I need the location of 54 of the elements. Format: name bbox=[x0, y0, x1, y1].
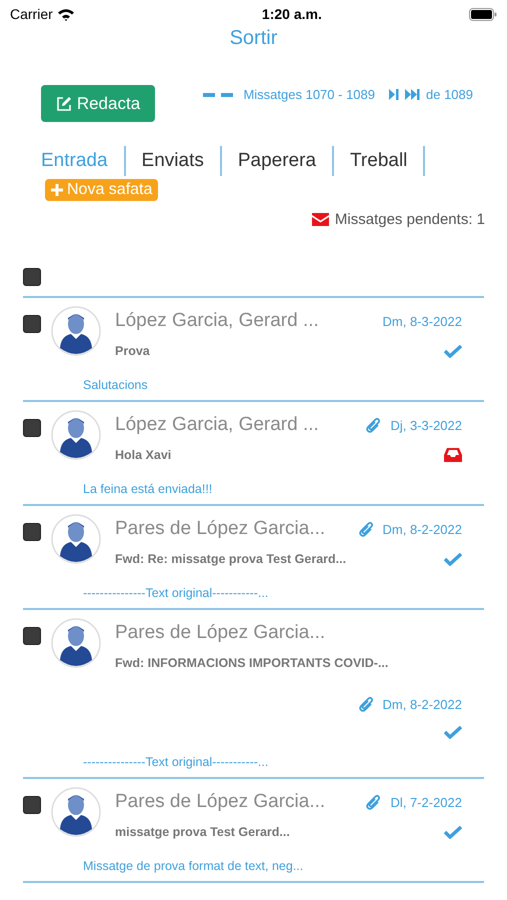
message-subject: Fwd: INFORMACIONS IMPORTANTS COVID-... bbox=[115, 656, 388, 670]
next-page-icon[interactable] bbox=[389, 89, 399, 100]
checkbox[interactable] bbox=[23, 627, 41, 645]
checkbox[interactable] bbox=[23, 315, 41, 333]
message-preview: Missatge de prova format de text, neg... bbox=[83, 859, 304, 873]
battery-icon bbox=[469, 8, 497, 20]
checkbox[interactable] bbox=[23, 419, 41, 437]
message-row[interactable]: López Garcia, Gerard ... Dj, 3-3-2022 Hola Xavi La feina está enviada!!! bbox=[23, 402, 484, 506]
select-all-checkbox[interactable] bbox=[23, 268, 41, 286]
wifi-icon bbox=[56, 8, 75, 20]
message-date: Dj, 3-3-2022 bbox=[390, 418, 462, 432]
folder-tab[interactable]: Enviats bbox=[126, 146, 222, 176]
avatar-icon bbox=[51, 410, 101, 460]
message-sender: López Garcia, Gerard ... bbox=[115, 310, 319, 332]
envelope-icon bbox=[312, 213, 329, 226]
compose-button[interactable]: Redacta bbox=[41, 85, 155, 122]
avatar-icon bbox=[51, 618, 101, 668]
message-sender: Pares de López Garcia... bbox=[115, 518, 326, 540]
avatar-icon bbox=[51, 306, 101, 356]
folder-tab[interactable]: Entrada bbox=[41, 146, 126, 176]
pending-count: Missatges pendents: 1 bbox=[334, 211, 485, 228]
message-subject: Fwd: Re: missatge prova Test Gerard... bbox=[115, 552, 346, 566]
logout-link[interactable]: Sortir bbox=[230, 27, 278, 50]
message-row[interactable]: Pares de López Garcia... Dm, 8-2-2022 Fwd: Re: missatge prova Test Gerard... ---------------Text original-----------... bbox=[23, 506, 484, 610]
message-preview: Salutacions bbox=[83, 378, 149, 392]
checkbox[interactable] bbox=[23, 523, 41, 541]
last-page-icon[interactable] bbox=[405, 89, 420, 100]
message-date: Dm, 8-2-2022 bbox=[382, 522, 462, 536]
avatar-icon bbox=[51, 787, 101, 837]
message-subject: Prova bbox=[115, 344, 150, 358]
message-date: Dm, 8-3-2022 bbox=[382, 314, 462, 328]
message-date: Dm, 8-2-2022 bbox=[382, 697, 462, 712]
folder-tab[interactable]: Paperera bbox=[222, 146, 334, 176]
message-row[interactable]: Pares de López Garcia... Fwd: INFORMACIONS IMPORTANTS COVID-... Dm, 8-2-2022 ---------------Text original-----------... bbox=[23, 610, 484, 779]
message-preview: ---------------Text original-----------... bbox=[83, 586, 270, 600]
clock-time: 1:20 a.m. bbox=[262, 6, 322, 22]
carrier-label: Carrier bbox=[10, 6, 53, 22]
message-row[interactable]: López Garcia, Gerard ... Dm, 8-3-2022 Prova Salutacions bbox=[23, 298, 484, 402]
message-range: Missatges 1070 - 1089 bbox=[243, 87, 375, 102]
message-sender: Pares de López Garcia... bbox=[115, 791, 326, 813]
message-total: de 1089 bbox=[426, 87, 473, 102]
avatar-icon bbox=[51, 514, 101, 564]
message-preview: ---------------Text original-----------... bbox=[83, 755, 270, 769]
message-subject: missatge prova Test Gerard... bbox=[115, 825, 290, 839]
edit-icon bbox=[56, 96, 72, 112]
message-subject: Hola Xavi bbox=[115, 448, 172, 462]
message-row[interactable]: Pares de López Garcia... Dl, 7-2-2022 missatge prova Test Gerard... Missatge de prova format de text, neg... bbox=[23, 779, 484, 883]
message-sender: Pares de López Garcia... bbox=[115, 622, 326, 644]
message-preview: La feina está enviada!!! bbox=[83, 482, 214, 496]
folder-tab[interactable]: Treball bbox=[334, 146, 426, 176]
message-date: Dl, 7-2-2022 bbox=[390, 794, 462, 810]
checkbox[interactable] bbox=[23, 796, 41, 814]
plus-icon bbox=[51, 184, 63, 196]
message-sender: López Garcia, Gerard ... bbox=[115, 414, 319, 436]
